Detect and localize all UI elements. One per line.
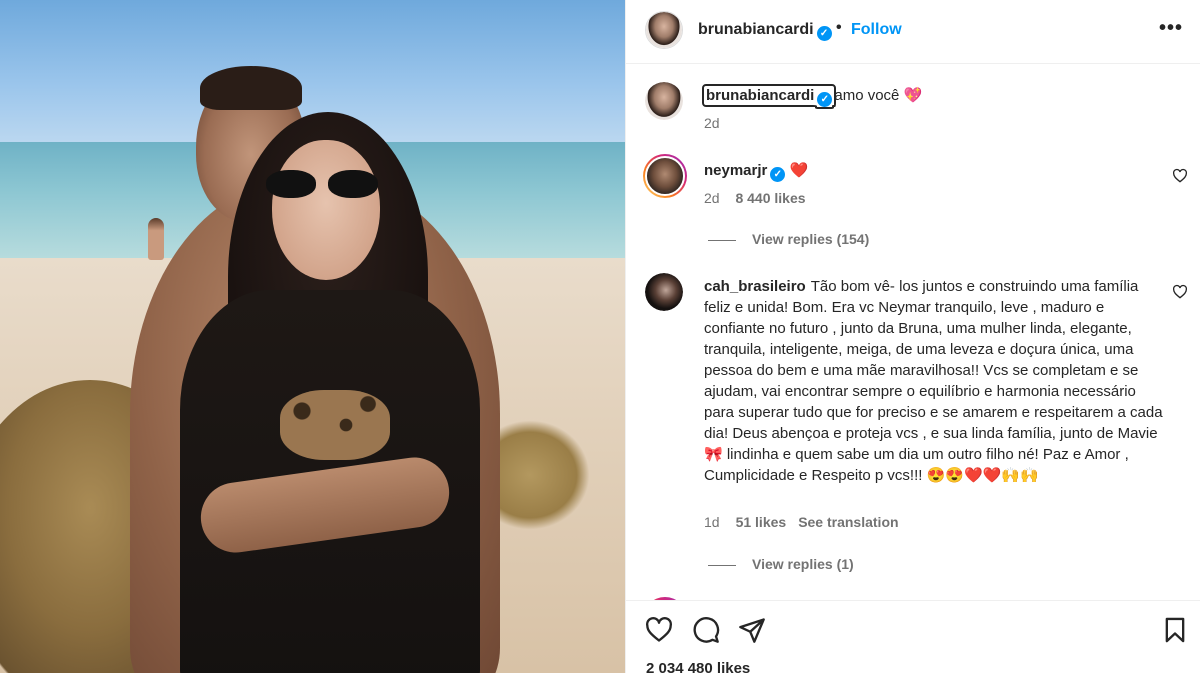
comment-likes[interactable]: 8 440 likes <box>735 190 805 206</box>
comment-avatar[interactable] <box>645 273 683 311</box>
total-likes[interactable]: 2 034 480 likes <box>646 660 750 673</box>
heart-outline-icon[interactable] <box>645 616 673 644</box>
see-translation-button[interactable]: See translation <box>798 514 898 530</box>
photo-woman-face <box>272 140 380 280</box>
comment-like-heart-icon[interactable] <box>1172 168 1188 184</box>
comment-text: Tão bom vê- los juntos e construindo uma… <box>704 278 1163 484</box>
author-username[interactable]: brunabiancardi ✓ <box>698 21 832 41</box>
post-side-panel: brunabiancardi ✓ • Follow ••• brunabianca… <box>625 0 1200 673</box>
verified-badge-icon: ✓ <box>770 167 786 182</box>
comment-bubble-icon[interactable] <box>692 616 720 644</box>
caption-username-text[interactable]: brunabiancardi <box>706 87 814 104</box>
comment: cah_brasileiro Tão bom vê- los juntos e c… <box>704 276 1164 486</box>
caption-text: amo você <box>834 87 900 104</box>
comment-like-heart-icon[interactable] <box>1172 284 1188 300</box>
caption-emoji: 💖 <box>903 87 923 104</box>
replies-divider <box>708 239 736 241</box>
comment-username[interactable]: cah_brasileiro <box>704 278 806 295</box>
more-options-icon[interactable]: ••• <box>1159 17 1183 40</box>
paper-plane-icon[interactable] <box>738 616 766 644</box>
author-username-text[interactable]: brunabiancardi <box>698 21 814 38</box>
bookmark-icon[interactable] <box>1161 616 1189 644</box>
photo-sunglasses <box>266 170 378 200</box>
caption-avatar[interactable] <box>645 82 683 120</box>
caption-username[interactable]: brunabiancardi ✓ <box>701 84 837 107</box>
verified-badge-icon: ✓ <box>816 26 832 41</box>
verified-badge-icon: ✓ <box>817 92 833 107</box>
comment-time[interactable]: 1d <box>704 514 720 530</box>
photo-child <box>148 218 164 260</box>
photo-man-hair <box>200 66 302 110</box>
author-avatar[interactable] <box>645 11 683 49</box>
comment-username[interactable]: neymarjr <box>704 162 767 179</box>
comment: neymarjr ✓ ❤️ <box>704 161 808 182</box>
photo-leopard-top <box>280 390 390 460</box>
comment-avatar[interactable] <box>643 154 687 198</box>
comment-text: ❤️ <box>789 162 809 179</box>
caption: brunabiancardi ✓ amo você 💖 <box>701 84 923 107</box>
caption-time[interactable]: 2d <box>704 115 720 131</box>
comment-meta: 1d 51 likes See translation <box>704 514 899 530</box>
view-replies-label[interactable]: View replies (1) <box>752 556 854 572</box>
post-photo[interactable] <box>0 0 625 673</box>
follow-button[interactable]: Follow <box>851 21 902 39</box>
post-header: brunabiancardi ✓ • Follow ••• <box>626 0 1200 64</box>
view-replies-button[interactable]: View replies (154) <box>708 231 869 247</box>
view-replies-label[interactable]: View replies (154) <box>752 231 869 247</box>
comment-meta: 2d 8 440 likes <box>704 190 806 206</box>
view-replies-button[interactable]: View replies (1) <box>708 556 854 572</box>
replies-divider <box>708 564 736 566</box>
header-separator: • <box>836 19 842 36</box>
comment-time[interactable]: 2d <box>704 190 720 206</box>
comment-likes[interactable]: 51 likes <box>736 514 787 530</box>
